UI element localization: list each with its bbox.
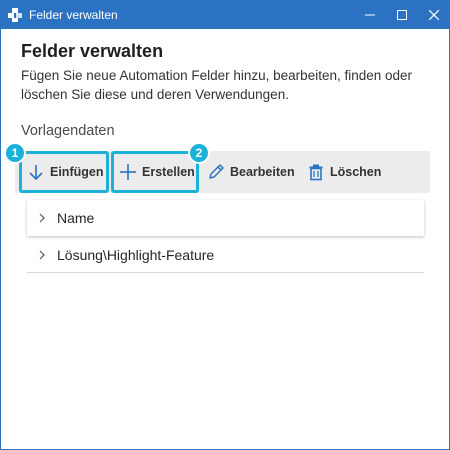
chevron-right-icon[interactable]: [27, 213, 57, 223]
delete-label: Löschen: [330, 165, 382, 179]
delete-button[interactable]: Löschen: [303, 151, 387, 193]
close-button[interactable]: [419, 1, 449, 29]
minimize-button[interactable]: [355, 1, 385, 29]
tree-item-name[interactable]: Name: [27, 200, 424, 236]
minimize-icon: [365, 14, 375, 16]
plus-icon: [120, 164, 136, 180]
create-button[interactable]: Erstellen: [111, 151, 199, 193]
chevron-right-icon[interactable]: [27, 250, 57, 260]
edit-button[interactable]: Bearbeiten: [205, 151, 299, 193]
page-title: Felder verwalten: [21, 41, 164, 61]
insert-button[interactable]: Einfügen: [19, 151, 109, 193]
callout-badge-1: 1: [4, 142, 26, 164]
create-label: Erstellen: [142, 165, 195, 179]
arrow-down-icon: [29, 165, 43, 181]
maximize-button[interactable]: [387, 1, 417, 29]
tree-item-label: Name: [57, 210, 95, 226]
field-tree: Name Lösung\Highlight-Feature: [27, 200, 424, 273]
tree-item-highlight-feature[interactable]: Lösung\Highlight-Feature: [27, 237, 424, 273]
section-label: Vorlagendaten: [21, 123, 115, 139]
tree-item-label: Lösung\Highlight-Feature: [57, 246, 215, 263]
title-bar[interactable]: Felder verwalten: [1, 1, 449, 29]
pencil-icon: [209, 164, 224, 179]
app-icon: [7, 7, 23, 23]
toolbar: Einfügen Erstellen Bearbeiten Löschen: [15, 151, 430, 193]
insert-label: Einfügen: [50, 165, 104, 179]
window-title: Felder verwalten: [29, 8, 118, 22]
callout-badge-2: 2: [188, 142, 210, 164]
close-icon: [429, 10, 439, 20]
maximize-icon: [397, 10, 407, 20]
page-description: Fügen Sie neue Automation Felder hinzu, …: [21, 68, 413, 102]
trash-icon: [309, 164, 323, 181]
dialog-window: Felder verwalten Felder verwalten Fügen …: [0, 0, 450, 450]
edit-label: Bearbeiten: [230, 165, 295, 179]
